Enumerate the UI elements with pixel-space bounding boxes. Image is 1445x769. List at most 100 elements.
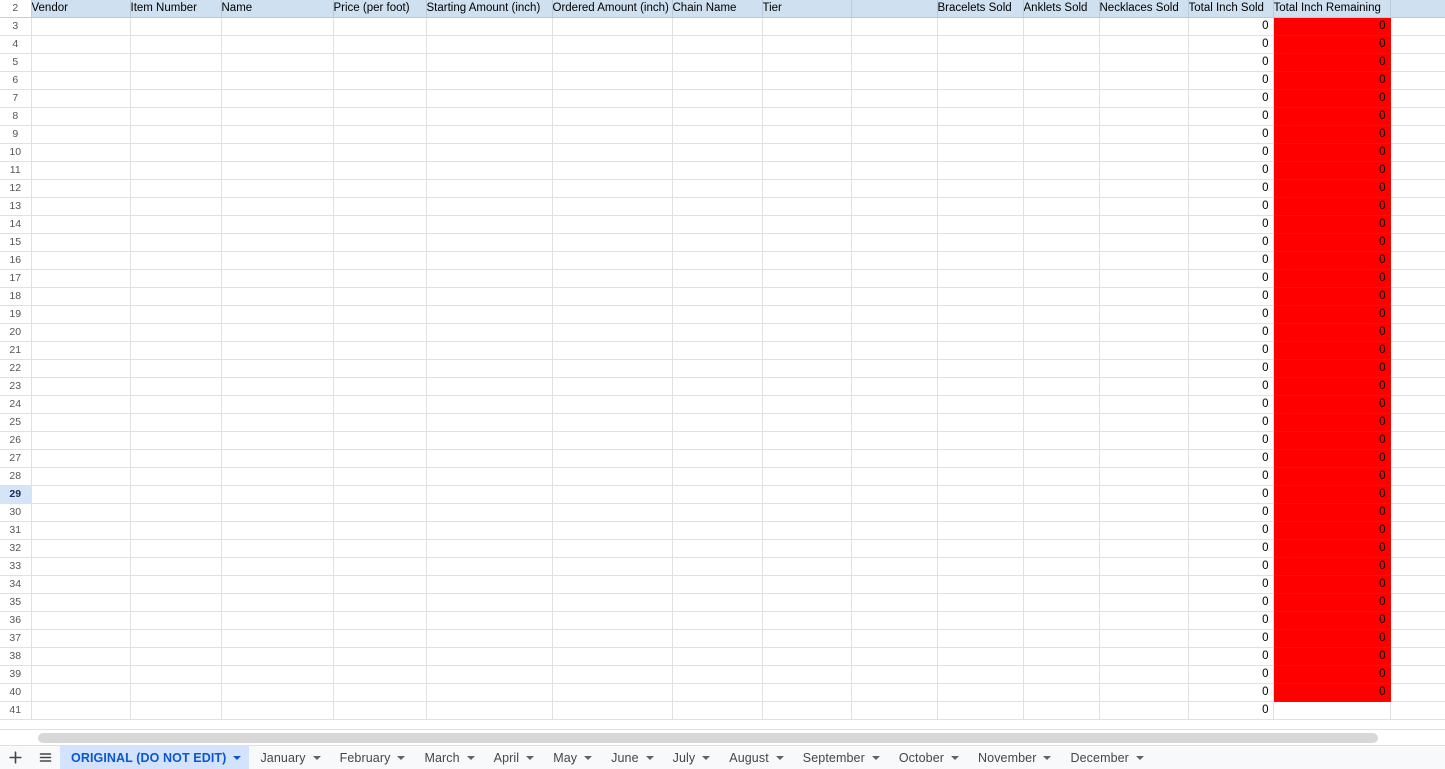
- cell-tail-24[interactable]: [1390, 395, 1445, 414]
- sheet-tab-may[interactable]: May: [542, 746, 600, 769]
- cell-price-33[interactable]: [333, 557, 427, 576]
- cell-chain-5[interactable]: [672, 53, 763, 72]
- cell-tier-18[interactable]: [762, 287, 852, 306]
- cell-start-41[interactable]: [426, 701, 553, 720]
- cell-price-8[interactable]: [333, 107, 427, 126]
- cell-price-20[interactable]: [333, 323, 427, 342]
- cell-blank-33[interactable]: [851, 557, 938, 576]
- cell-tail-30[interactable]: [1390, 503, 1445, 522]
- cell-name-14[interactable]: [221, 215, 334, 234]
- table-row[interactable]: 9 00: [0, 125, 1445, 144]
- cell-tier-26[interactable]: [762, 431, 852, 450]
- cell-start-25[interactable]: [426, 413, 553, 432]
- cell-anklets-15[interactable]: [1023, 233, 1100, 252]
- cell-ordered-36[interactable]: [552, 611, 673, 630]
- cell-trem-22[interactable]: 0: [1273, 359, 1391, 378]
- cell-item-27[interactable]: [130, 449, 222, 468]
- table-row[interactable]: 6 00: [0, 71, 1445, 90]
- chevron-down-icon[interactable]: [312, 755, 321, 760]
- cell-start-4[interactable]: [426, 35, 553, 54]
- cell-tsold-25[interactable]: 0: [1188, 413, 1274, 432]
- cell-tier-13[interactable]: [762, 197, 852, 216]
- table-row[interactable]: 36 0 0: [0, 611, 1445, 630]
- table-row[interactable]: 14 0 0: [0, 215, 1445, 234]
- cell-ordered-16[interactable]: [552, 251, 673, 270]
- row-header-3[interactable]: 3: [0, 17, 32, 36]
- cell-ordered-3[interactable]: [552, 17, 673, 36]
- cell-tier-5[interactable]: [762, 53, 852, 72]
- cell-tier-32[interactable]: [762, 539, 852, 558]
- cell-bracelets-27[interactable]: [937, 449, 1024, 468]
- cell-item-26[interactable]: [130, 431, 222, 450]
- cell-blank-11[interactable]: [851, 161, 938, 180]
- cell-blank-35[interactable]: [851, 593, 938, 612]
- cell-tsold-14[interactable]: 0: [1188, 215, 1274, 234]
- cell-blank-6[interactable]: [851, 71, 938, 90]
- cell-tier-12[interactable]: [762, 179, 852, 198]
- cell-blank-28[interactable]: [851, 467, 938, 486]
- cell-necklaces-6[interactable]: [1099, 71, 1189, 90]
- cell-start-21[interactable]: [426, 341, 553, 360]
- cell-bracelets-14[interactable]: [937, 215, 1024, 234]
- cell-chain-3[interactable]: [672, 17, 763, 36]
- cell-bracelets-32[interactable]: [937, 539, 1024, 558]
- table-row[interactable]: 40 0 0: [0, 683, 1445, 702]
- cell-trem-3[interactable]: 0: [1273, 17, 1391, 36]
- cell-necklaces-21[interactable]: [1099, 341, 1189, 360]
- cell-name-4[interactable]: [221, 35, 334, 54]
- cell-start-5[interactable]: [426, 53, 553, 72]
- cell-bracelets-29[interactable]: [937, 485, 1024, 504]
- cell-price-17[interactable]: [333, 269, 427, 288]
- table-row[interactable]: 17 0 0: [0, 269, 1445, 288]
- cell-tsold-15[interactable]: 0: [1188, 233, 1274, 252]
- table-row[interactable]: 27 0 0: [0, 449, 1445, 468]
- cell-necklaces-25[interactable]: [1099, 413, 1189, 432]
- spreadsheet-grid[interactable]: 2 Vendor Item Number Name Price (per foot) St…: [0, 0, 1445, 720]
- cell-necklaces-39[interactable]: [1099, 665, 1189, 684]
- cell-tsold-22[interactable]: 0: [1188, 359, 1274, 378]
- row-header-15[interactable]: 15: [0, 233, 32, 252]
- cell-vendor-10[interactable]: [31, 143, 131, 162]
- cell-start-31[interactable]: [426, 521, 553, 540]
- sheet-tab-august[interactable]: August: [718, 746, 792, 769]
- cell-chain-23[interactable]: [672, 377, 763, 396]
- cell-ordered-40[interactable]: [552, 683, 673, 702]
- table-row[interactable]: 11 0 0: [0, 161, 1445, 180]
- cell-vendor-21[interactable]: [31, 341, 131, 360]
- cell-anklets-22[interactable]: [1023, 359, 1100, 378]
- table-row[interactable]: 19 0 0: [0, 305, 1445, 324]
- cell-price-31[interactable]: [333, 521, 427, 540]
- cell-trem-25[interactable]: 0: [1273, 413, 1391, 432]
- cell-tail-4[interactable]: [1390, 35, 1445, 54]
- table-row[interactable]: 34 0 0: [0, 575, 1445, 594]
- cell-tier-31[interactable]: [762, 521, 852, 540]
- cell-blank-8[interactable]: [851, 107, 938, 126]
- cell-tier-36[interactable]: [762, 611, 852, 630]
- cell-tier-20[interactable]: [762, 323, 852, 342]
- row-header-21[interactable]: 21: [0, 341, 32, 360]
- cell-tsold-7[interactable]: 0: [1188, 89, 1274, 108]
- cell-start-40[interactable]: [426, 683, 553, 702]
- cell-name-30[interactable]: [221, 503, 334, 522]
- cell-trem-35[interactable]: 0: [1273, 593, 1391, 612]
- table-row[interactable]: 38 0 0: [0, 647, 1445, 666]
- cell-tail-6[interactable]: [1390, 71, 1445, 90]
- cell-ordered-32[interactable]: [552, 539, 673, 558]
- cell-tsold-21[interactable]: 0: [1188, 341, 1274, 360]
- cell-tier-6[interactable]: [762, 71, 852, 90]
- cell-start-9[interactable]: [426, 125, 553, 144]
- cell-tsold-11[interactable]: 0: [1188, 161, 1274, 180]
- cell-necklaces-14[interactable]: [1099, 215, 1189, 234]
- cell-start-13[interactable]: [426, 197, 553, 216]
- cell-tier-33[interactable]: [762, 557, 852, 576]
- cell-tail-31[interactable]: [1390, 521, 1445, 540]
- cell-anklets-40[interactable]: [1023, 683, 1100, 702]
- cell-tsold-30[interactable]: 0: [1188, 503, 1274, 522]
- cell-trem-26[interactable]: 0: [1273, 431, 1391, 450]
- cell-vendor-38[interactable]: [31, 647, 131, 666]
- cell-item-40[interactable]: [130, 683, 222, 702]
- cell-start-36[interactable]: [426, 611, 553, 630]
- cell-start-16[interactable]: [426, 251, 553, 270]
- cell-price-5[interactable]: [333, 53, 427, 72]
- cell-necklaces-30[interactable]: [1099, 503, 1189, 522]
